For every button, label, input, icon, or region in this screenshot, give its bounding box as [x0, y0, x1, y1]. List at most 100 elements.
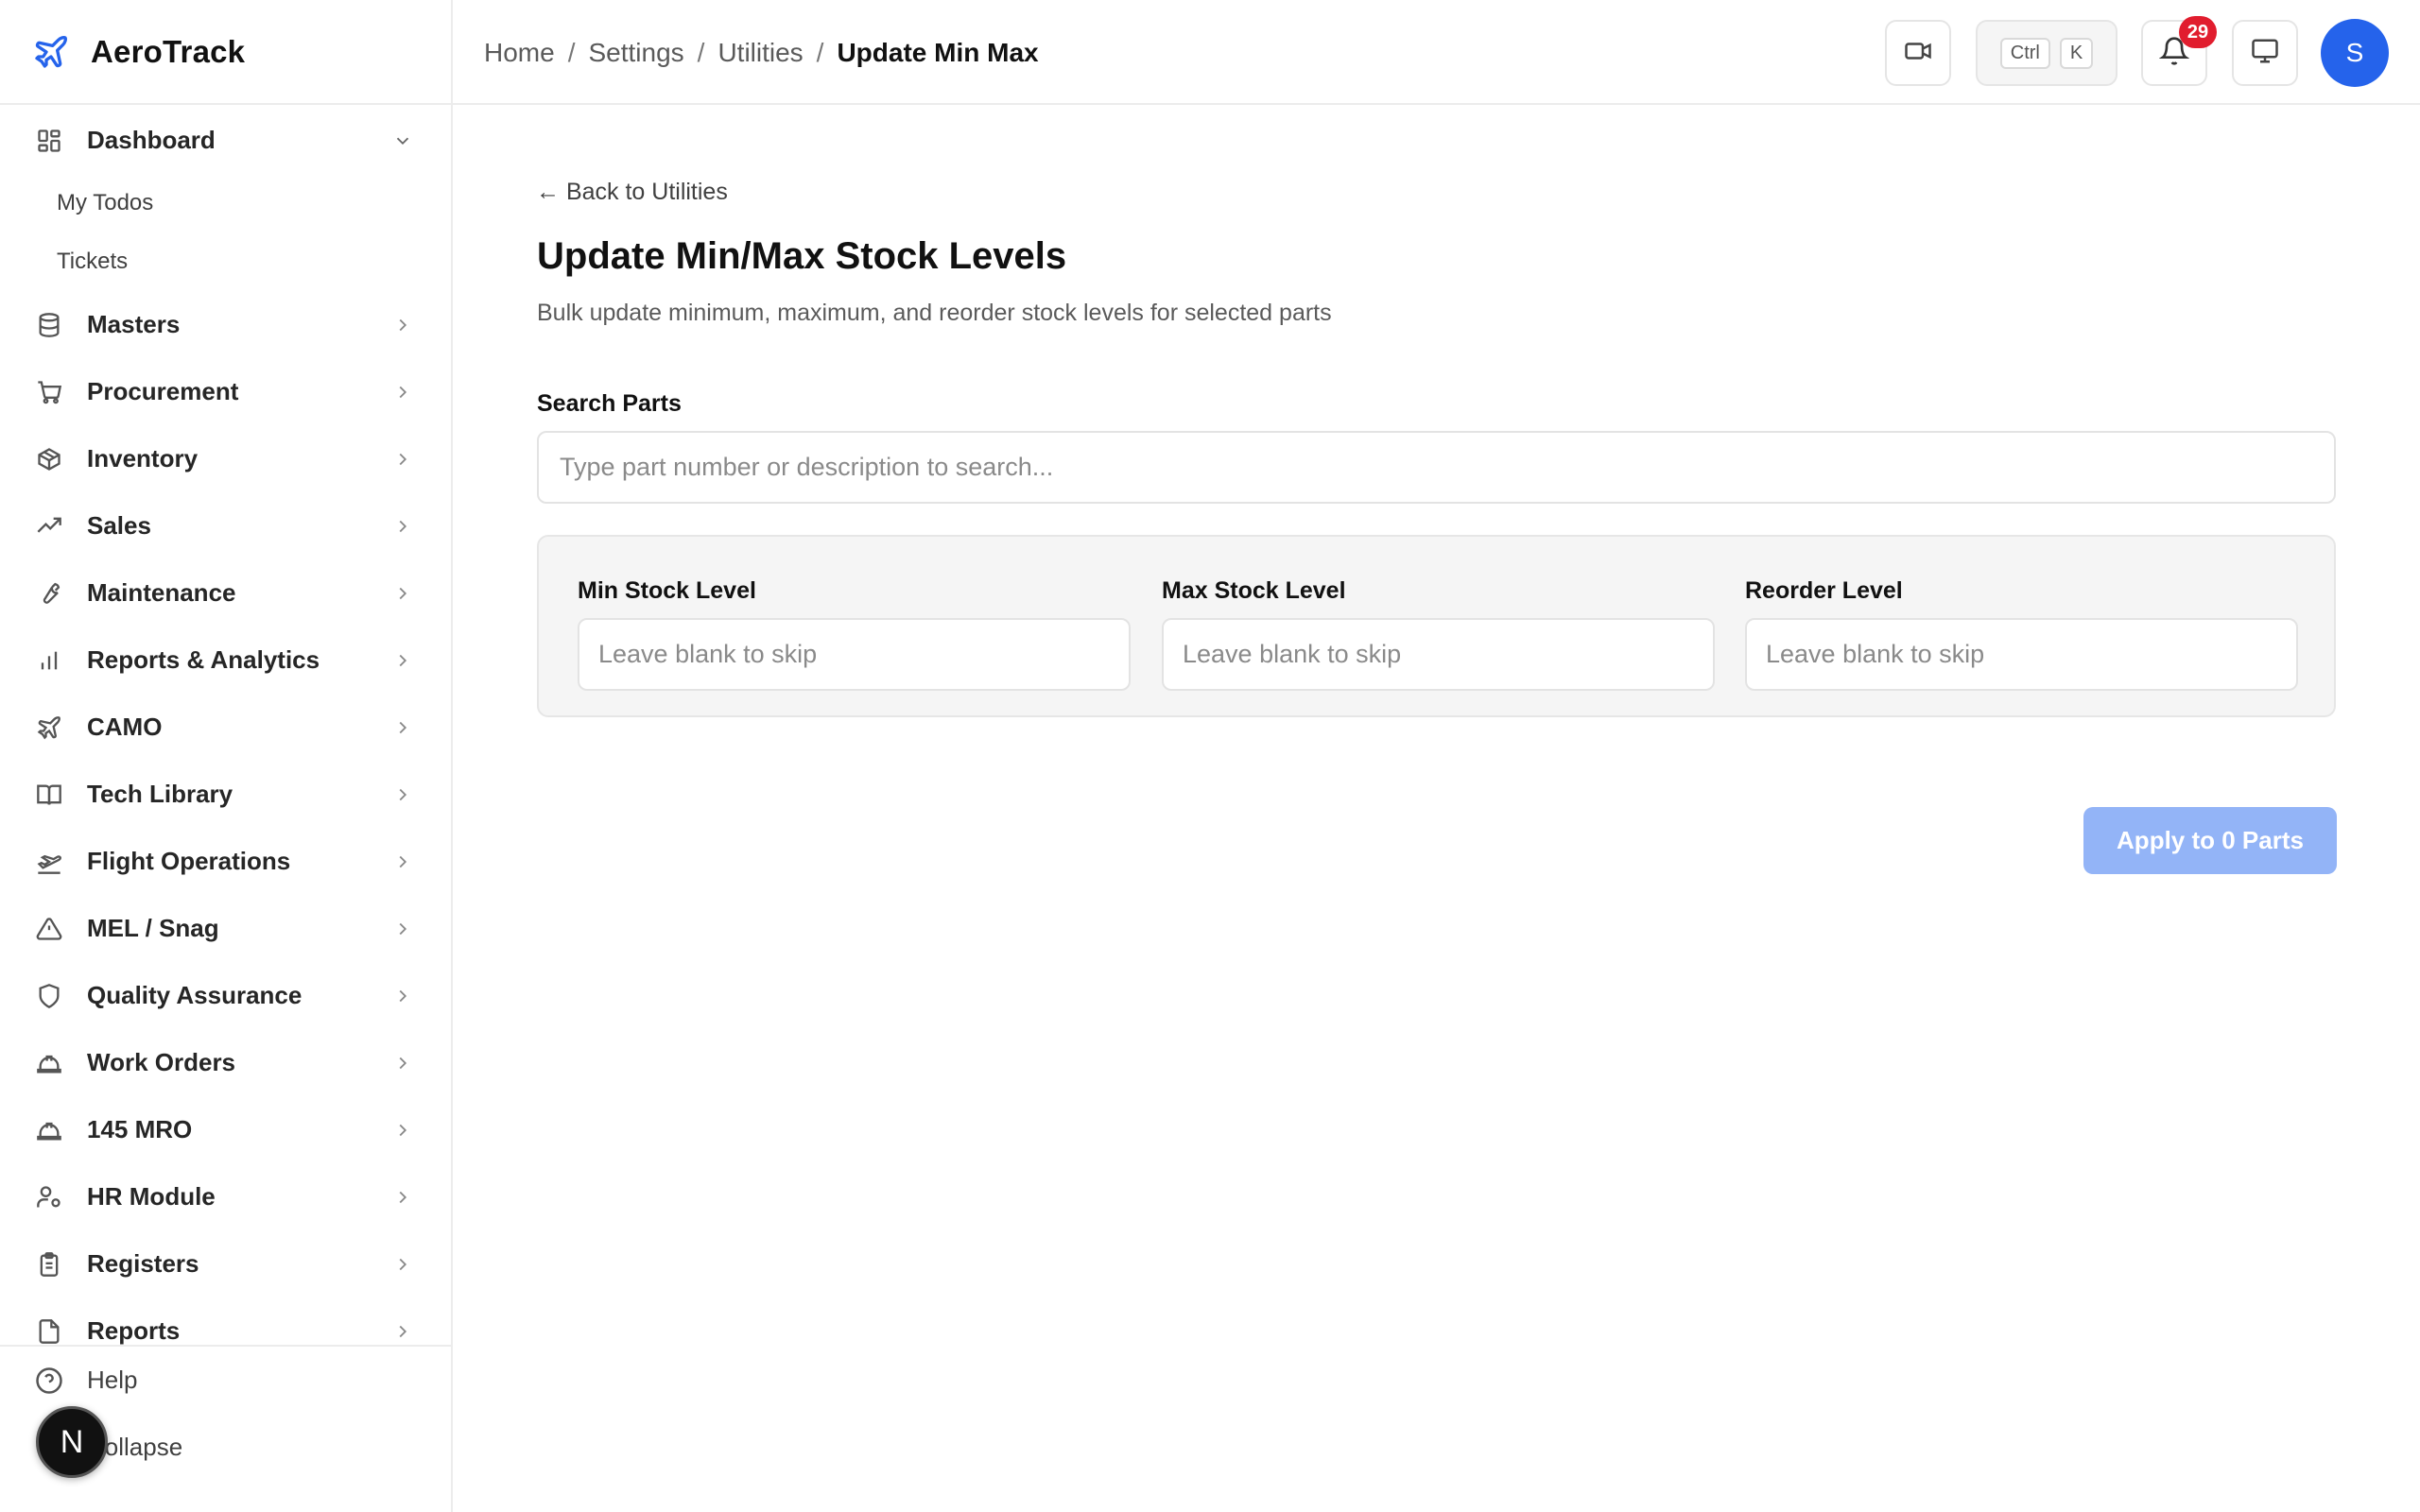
user-cog-icon	[34, 1182, 64, 1212]
sidebar-item-label: Reports & Analytics	[87, 645, 320, 674]
sidebar-item-label: Maintenance	[87, 578, 236, 607]
sidebar-item-dashboard[interactable]: Dashboard	[0, 107, 451, 174]
chevron-down-icon	[392, 130, 413, 151]
sidebar-item-tech-library[interactable]: Tech Library	[0, 761, 451, 828]
chevron-right-icon	[392, 784, 413, 805]
sidebar-item-quality-assurance[interactable]: Quality Assurance	[0, 962, 451, 1029]
sidebar-item-label: Sales	[87, 511, 151, 540]
sidebar-item-label: 145 MRO	[87, 1115, 193, 1143]
help-circle-icon	[34, 1366, 64, 1396]
sidebar-item-label: Registers	[87, 1249, 199, 1278]
page-title: Update Min/Max Stock Levels	[537, 235, 1067, 277]
sidebar-item-masters[interactable]: Masters	[0, 291, 451, 358]
sidebar-item-reports[interactable]: Reports	[0, 1297, 451, 1345]
max-stock-label: Max Stock Level	[1162, 577, 1346, 604]
bar-chart-icon	[34, 645, 64, 676]
book-icon	[34, 780, 64, 810]
plane-logo-icon	[32, 33, 70, 71]
sidebar-item-label: Dashboard	[87, 126, 216, 154]
file-icon	[34, 1316, 64, 1346]
chevron-right-icon	[392, 650, 413, 671]
sidebar-item-hr-module[interactable]: HR Module	[0, 1163, 451, 1230]
sidebar-item-label: Quality Assurance	[87, 981, 302, 1009]
app-name: AeroTrack	[91, 33, 246, 69]
chevron-right-icon	[392, 1321, 413, 1342]
breadcrumb-current: Update Min Max	[837, 37, 1039, 67]
top-header: Home / Settings / Utilities / Update Min…	[453, 0, 2420, 105]
page-subtitle: Bulk update minimum, maximum, and reorde…	[537, 300, 1332, 326]
chevron-right-icon	[392, 1187, 413, 1208]
notification-count-badge: 29	[2179, 16, 2217, 48]
chevron-right-icon	[392, 1053, 413, 1074]
search-parts-label: Search Parts	[537, 390, 682, 417]
sidebar-nav: Dashboard My Todos Tickets Masters Procu…	[0, 107, 451, 1345]
display-button[interactable]	[2232, 20, 2298, 86]
sidebar-item-work-orders[interactable]: Work Orders	[0, 1029, 451, 1096]
main-content: ← Back to Utilities Update Min/Max Stock…	[453, 107, 2420, 1512]
sidebar-item-145-mro[interactable]: 145 MRO	[0, 1096, 451, 1163]
chevron-right-icon	[392, 1120, 413, 1141]
kbd-ctrl: Ctrl	[1999, 37, 2050, 69]
sidebar-item-label: Flight Operations	[87, 847, 291, 875]
sidebar-item-camo[interactable]: CAMO	[0, 694, 451, 761]
plane-icon	[34, 713, 64, 743]
breadcrumb-home[interactable]: Home	[484, 38, 555, 68]
breadcrumb-separator: /	[697, 37, 705, 67]
chevron-right-icon	[392, 315, 413, 335]
dashboard-icon	[34, 126, 64, 156]
apply-button[interactable]: Apply to 0 Parts	[2083, 807, 2337, 874]
min-stock-field: Min Stock Level	[578, 577, 1131, 691]
sidebar-item-sales[interactable]: Sales	[0, 492, 451, 559]
sidebar: AeroTrack Dashboard My Todos Tickets Mas…	[0, 0, 453, 1512]
sidebar-item-label: Masters	[87, 310, 181, 338]
sidebar-item-reports-analytics[interactable]: Reports & Analytics	[0, 627, 451, 694]
chevron-right-icon	[392, 717, 413, 738]
video-button[interactable]	[1885, 20, 1951, 86]
breadcrumb-utilities[interactable]: Utilities	[717, 38, 803, 68]
database-icon	[34, 310, 64, 340]
clipboard-icon	[34, 1249, 64, 1280]
sidebar-item-label: Tech Library	[87, 780, 233, 808]
chevron-right-icon	[392, 583, 413, 604]
chevron-right-icon	[392, 851, 413, 872]
notifications-button[interactable]: 29	[2141, 16, 2217, 86]
trending-up-icon	[34, 511, 64, 541]
sidebar-item-label: Work Orders	[87, 1048, 236, 1076]
reorder-level-input[interactable]	[1745, 618, 2298, 691]
min-stock-input[interactable]	[578, 618, 1131, 691]
chevron-right-icon	[392, 919, 413, 939]
breadcrumb: Home / Settings / Utilities / Update Min…	[484, 0, 1039, 105]
chevron-right-icon	[392, 986, 413, 1006]
hard-hat-icon	[34, 1048, 64, 1078]
user-avatar[interactable]: S	[2321, 19, 2389, 87]
sidebar-item-inventory[interactable]: Inventory	[0, 425, 451, 492]
command-palette-button[interactable]: Ctrl K	[1976, 20, 2118, 86]
warning-icon	[34, 914, 64, 944]
sidebar-subitem-my-todos[interactable]: My Todos	[0, 174, 451, 232]
sidebar-subitem-tickets[interactable]: Tickets	[0, 232, 451, 291]
chevron-right-icon	[392, 1254, 413, 1275]
sidebar-item-label: CAMO	[87, 713, 163, 741]
hard-hat-icon	[34, 1115, 64, 1145]
sidebar-item-procurement[interactable]: Procurement	[0, 358, 451, 425]
sidebar-item-label: HR Module	[87, 1182, 216, 1211]
help-label: Help	[87, 1366, 138, 1394]
wrench-icon	[34, 578, 64, 609]
search-parts-input[interactable]	[537, 431, 2336, 504]
reorder-level-field: Reorder Level	[1745, 577, 2298, 691]
sidebar-item-registers[interactable]: Registers	[0, 1230, 451, 1297]
monitor-icon	[2251, 37, 2279, 70]
breadcrumb-settings[interactable]: Settings	[588, 38, 683, 68]
max-stock-field: Max Stock Level	[1162, 577, 1715, 691]
sidebar-item-flight-operations[interactable]: Flight Operations	[0, 828, 451, 895]
dev-tools-badge[interactable]: N	[36, 1406, 108, 1478]
max-stock-input[interactable]	[1162, 618, 1715, 691]
sidebar-item-label: MEL / Snag	[87, 914, 219, 942]
stock-levels-panel: Min Stock Level Max Stock Level Reorder …	[537, 535, 2336, 717]
sidebar-item-maintenance[interactable]: Maintenance	[0, 559, 451, 627]
sidebar-item-mel-snag[interactable]: MEL / Snag	[0, 895, 451, 962]
min-stock-label: Min Stock Level	[578, 577, 756, 604]
back-to-utilities-link[interactable]: ← Back to Utilities	[536, 179, 728, 206]
help-button[interactable]: Help	[0, 1347, 451, 1414]
video-camera-icon	[1904, 37, 1932, 70]
